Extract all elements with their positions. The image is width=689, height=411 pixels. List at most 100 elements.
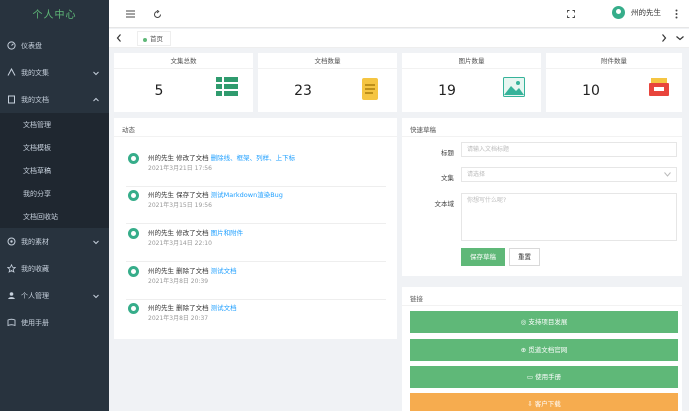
material-icon (7, 237, 16, 246)
content-textarea[interactable]: 你想写什么呢? (461, 193, 677, 241)
divider (114, 136, 397, 137)
activity-entry: 州的先生 删除了文档 测试文档 2021年3月8日 20:37 (126, 299, 386, 337)
stat-title: 图片数量 (402, 53, 541, 69)
activity-time: 2021年3月15日 19:56 (148, 202, 212, 209)
official-site-button[interactable]: ⊕ 觅道文档官网 (410, 339, 678, 361)
user-manage-icon (7, 291, 16, 300)
sidebar-item-materials[interactable]: 我的素材 (0, 228, 109, 255)
activity-doc-link[interactable]: 删除线、框架、列样、上下标 (211, 154, 296, 162)
avatar (128, 303, 139, 314)
sidebar-item-label: 个人管理 (21, 291, 49, 300)
notepad-icon (361, 77, 385, 101)
activity-doc-link[interactable]: 图片和附件 (211, 229, 244, 237)
sidebar-subitem-doc-manage[interactable]: 文档管理 (0, 113, 109, 136)
documents-submenu: 文档管理 文档模板 文档草稿 我的分享 文档回收站 (0, 113, 109, 228)
activity-action: 州的先生 修改了文档 (148, 229, 209, 237)
support-project-button[interactable]: ◎ 支持项目发展 (410, 311, 678, 333)
title-input[interactable]: 请输入文档标题 (461, 142, 677, 157)
chevron-down-icon (92, 292, 100, 300)
stat-card-collections: 文集总数 5 (114, 53, 253, 112)
tab-next-icon[interactable] (657, 31, 671, 45)
client-download-button[interactable]: ⇩ 客户下载 (410, 393, 678, 411)
textarea-label: 文本域 (434, 200, 455, 208)
top-header: 州的先生 (109, 0, 689, 28)
stat-value: 19 (438, 83, 456, 99)
links-panel: 链接 ◎ 支持项目发展 ⊕ 觅道文档官网 ▭ 使用手册 ⇩ 客户下载 (402, 287, 682, 411)
more-vertical-icon[interactable] (669, 7, 683, 21)
sidebar-item-label: 仪表盘 (21, 41, 42, 50)
divider (402, 136, 682, 137)
activity-action: 州的先生 删除了文档 (148, 304, 209, 312)
sidebar-item-label: 我的素材 (21, 237, 49, 246)
stat-title: 附件数量 (546, 53, 682, 69)
activity-time: 2021年3月8日 20:37 (148, 315, 209, 322)
panel-title: 快速草稿 (410, 126, 436, 134)
star-icon (7, 264, 16, 273)
activity-panel: 动态 州的先生 修改了文档 删除线、框架、列样、上下标 2021年3月21日 1… (114, 118, 397, 339)
manual-button[interactable]: ▭ 使用手册 (410, 366, 678, 388)
collection-label: 文集 (441, 174, 454, 182)
sidebar-item-manual[interactable]: 使用手册 (0, 309, 109, 336)
sidebar-subitem-doc-template[interactable]: 文档模板 (0, 136, 109, 159)
activity-text: 州的先生 修改了文档 删除线、框架、列样、上下标 (148, 152, 295, 162)
sidebar-subitem-doc-draft[interactable]: 文档草稿 (0, 159, 109, 182)
collection-select-placeholder: 请选择 (467, 171, 486, 178)
sidebar-item-collections[interactable]: 我的文集 (0, 59, 109, 86)
sidebar-item-favorites[interactable]: 我的收藏 (0, 255, 109, 282)
list-icon (216, 77, 240, 101)
panel-title: 动态 (122, 126, 135, 134)
panel-title: 链接 (410, 295, 423, 303)
activity-time: 2021年3月8日 20:39 (148, 278, 209, 285)
brand-title: 个人中心 (32, 10, 77, 21)
user-menu[interactable]: 州的先生 (612, 6, 661, 19)
tabs-bar: 首页 (109, 29, 689, 48)
activity-text: 州的先生 保存了文档 测试Markdown渲染Bug (148, 189, 283, 199)
chevron-up-icon (92, 96, 100, 104)
chevron-down-icon (664, 172, 671, 177)
stat-card-documents: 文档数量 23 (258, 53, 397, 112)
sidebar-item-documents[interactable]: 我的文档 (0, 86, 109, 113)
avatar (128, 153, 139, 164)
stat-title: 文集总数 (114, 53, 253, 69)
tab-prev-icon[interactable] (112, 31, 126, 45)
stat-value: 23 (294, 83, 312, 99)
activity-entry: 州的先生 修改了文档 图片和附件 2021年3月14日 22:10 (126, 224, 386, 262)
avatar (128, 190, 139, 201)
sidebar-item-dashboard[interactable]: 仪表盘 (0, 32, 109, 59)
activity-action: 州的先生 删除了文档 (148, 267, 209, 275)
activity-entry: 州的先生 保存了文档 测试Markdown渲染Bug 2021年3月15日 19… (126, 186, 386, 224)
document-icon (7, 95, 16, 104)
user-name: 州的先生 (631, 8, 661, 17)
activity-action: 州的先生 保存了文档 (148, 191, 209, 199)
activity-entry: 州的先生 修改了文档 删除线、框架、列样、上下标 2021年3月21日 17:5… (126, 149, 386, 187)
activity-doc-link[interactable]: 测试Markdown渲染Bug (211, 191, 283, 199)
collection-select[interactable]: 请选择 (461, 167, 677, 182)
title-label: 标题 (441, 149, 454, 157)
image-icon (503, 77, 527, 101)
reset-button[interactable]: 重置 (509, 248, 540, 266)
sidebar-item-label: 我的文档 (21, 95, 49, 104)
chevron-down-icon (92, 69, 100, 77)
activity-text: 州的先生 修改了文档 图片和附件 (148, 227, 243, 237)
menu-toggle-icon[interactable] (123, 7, 137, 21)
activity-doc-link[interactable]: 测试文档 (211, 304, 237, 312)
tab-menu-chevron-icon[interactable] (673, 31, 687, 45)
sidebar-item-personal-manage[interactable]: 个人管理 (0, 282, 109, 309)
fullscreen-icon[interactable] (564, 7, 578, 21)
sidebar-item-label: 我的收藏 (21, 264, 49, 273)
tab-home[interactable]: 首页 (137, 31, 171, 46)
refresh-icon[interactable] (150, 7, 164, 21)
dashboard-icon (7, 41, 16, 50)
stat-title: 文档数量 (258, 53, 397, 69)
activity-entry: 州的先生 删除了文档 测试文档 2021年3月8日 20:39 (126, 262, 386, 300)
avatar (612, 6, 625, 19)
sidebar-subitem-recycle-bin[interactable]: 文档回收站 (0, 205, 109, 228)
activity-doc-link[interactable]: 测试文档 (211, 267, 237, 275)
avatar (128, 228, 139, 239)
stat-value: 5 (154, 83, 164, 99)
activity-action: 州的先生 修改了文档 (148, 154, 209, 162)
sidebar-subitem-my-share[interactable]: 我的分享 (0, 182, 109, 205)
collection-icon (7, 68, 16, 77)
activity-time: 2021年3月21日 17:56 (148, 165, 212, 172)
save-draft-button[interactable]: 保存草稿 (461, 248, 505, 266)
